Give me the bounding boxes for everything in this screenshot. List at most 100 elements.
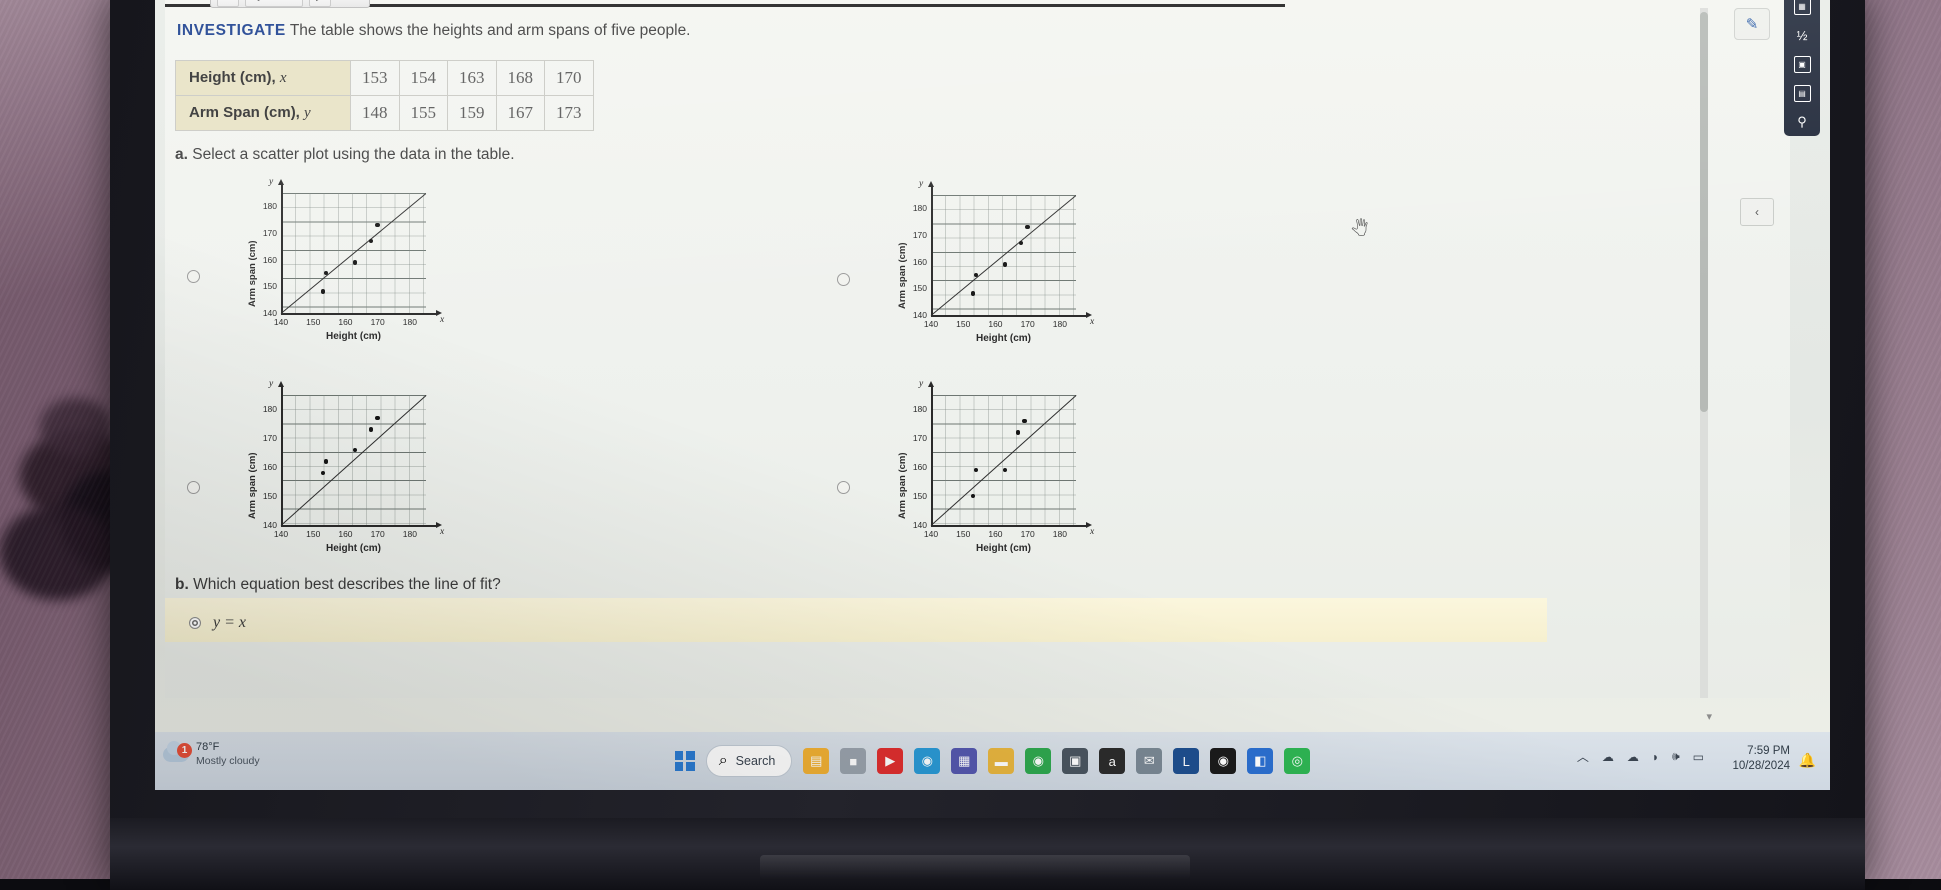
radio-answer-b1[interactable]	[189, 617, 201, 629]
y-tick-label: 170	[912, 230, 927, 240]
edge-icon[interactable]: ◉	[914, 748, 941, 774]
y-axis-title: Arm span (cm)	[247, 452, 258, 519]
y-axis-arrow	[928, 381, 935, 387]
windows-taskbar[interactable]: 1 78°F Mostly cloudy ⌕ Search ▤ ■ ▶ ◉ ▦ …	[155, 732, 1830, 790]
laptop-bezel-bottom	[110, 818, 1865, 890]
office-icon[interactable]: ◧	[1247, 748, 1274, 774]
amazon-icon[interactable]: a	[1099, 748, 1126, 774]
x-tick-label: 150	[956, 529, 971, 539]
pencil-annotate-icon[interactable]: ✎	[1734, 8, 1770, 40]
x-tick-label: 180	[1052, 529, 1067, 539]
y-axis-variable: y	[919, 179, 924, 189]
radio-choice-b[interactable]	[837, 273, 850, 286]
listen-toolbar[interactable]: ≡ ◀» Listen ▶	[210, 0, 370, 8]
volume-icon[interactable]: 🕪	[1672, 749, 1680, 764]
play-icon[interactable]: ▶	[308, 0, 331, 7]
scatter-plot-c[interactable]: 140 150 160 170 180 140 150 160 170 180 y x Arm span…	[221, 379, 581, 573]
windows-start-icon[interactable]	[674, 751, 695, 771]
choice-option-a[interactable]: 140 150 160 170 180 140 150 160 170 180 y x Arm span…	[175, 173, 595, 353]
mail-icon[interactable]: ✉	[1136, 748, 1163, 774]
row-header-label: Arm Span (cm),	[189, 104, 300, 121]
fraction-icon[interactable]: ½	[1792, 25, 1812, 45]
radio-choice-a[interactable]	[187, 270, 200, 283]
scatter-plot-d[interactable]: 140 150 160 170 180 140 150 160 170 180 y x Arm span…	[871, 379, 1231, 573]
x-tick-label: 180	[1052, 319, 1067, 329]
camera-icon[interactable]: ▣	[1062, 748, 1089, 774]
accessibility-icon[interactable]: ⚲	[1792, 112, 1812, 132]
clock-time: 7:59 PM	[1747, 745, 1790, 757]
x-tick-label: 160	[338, 529, 353, 539]
calculator-icon[interactable]: ▦	[1792, 0, 1812, 16]
data-point	[970, 291, 976, 296]
cell: 173	[544, 95, 594, 131]
data-point	[1025, 224, 1030, 230]
teams-icon[interactable]: ▦	[951, 748, 978, 774]
y-tick-label: 160	[912, 256, 927, 267]
y-axis-arrow	[278, 179, 285, 185]
data-point	[1002, 262, 1008, 267]
whatsapp-icon[interactable]: ◎	[1284, 748, 1311, 774]
tool-rail[interactable]: ▦ ½ ▣ ▤ ⚲	[1784, 0, 1820, 136]
bell-icon[interactable]: 🔔	[1799, 752, 1816, 769]
previous-page-button[interactable]: ‹	[1740, 198, 1774, 226]
answer-b1-label: y = x	[213, 614, 246, 631]
radio-choice-c[interactable]	[187, 481, 200, 494]
system-tray[interactable]: ︿ ☁ ☁ ◗ 🕪 ▭	[1577, 748, 1704, 765]
question-a-text: Select a scatter plot using the data in …	[192, 146, 515, 163]
notes-icon[interactable]: ▤	[1792, 83, 1812, 103]
x-tick-label: 150	[306, 317, 321, 327]
foreground-object	[0, 505, 115, 600]
clock[interactable]: 7:59 PM 10/28/2024	[1732, 744, 1790, 774]
cloud-sync-icon[interactable]: ☁	[1602, 750, 1614, 764]
x-axis-title: Height (cm)	[326, 543, 381, 554]
question-a-prefix: a.	[175, 146, 188, 163]
scrollbar-thumb[interactable]	[1700, 12, 1708, 412]
scroll-down-icon[interactable]: ▾	[1706, 710, 1712, 723]
x-tick-label: 140	[273, 529, 289, 539]
cell: 167	[495, 95, 545, 131]
choice-option-c[interactable]: 140 150 160 170 180 140 150 160 170 180 y x Arm span…	[175, 379, 595, 573]
x-axis-title: Height (cm)	[976, 543, 1031, 554]
cell: 163	[447, 60, 497, 96]
wifi-icon[interactable]: ◗	[1652, 750, 1659, 764]
onedrive-icon[interactable]: ☁	[1627, 750, 1639, 764]
chevron-up-icon[interactable]: ︿	[1577, 748, 1589, 765]
search-placeholder: Search	[735, 754, 776, 768]
cell: 159	[447, 95, 497, 131]
whiteboard-icon[interactable]: ▣	[1792, 54, 1812, 74]
choice-option-d[interactable]: 140 150 160 170 180 140 150 160 170 180 y x Arm span…	[825, 379, 1245, 573]
x-axis-variable: x	[440, 527, 445, 537]
x-tick-label: 180	[402, 529, 417, 539]
answer-option-b1[interactable]: y = x	[189, 614, 246, 632]
youtube-icon[interactable]: ▶	[877, 748, 904, 774]
x-tick-label: 140	[923, 529, 939, 539]
battery-icon[interactable]: ▭	[1693, 750, 1704, 764]
row-header-arm-span: Arm Span (cm), y	[175, 95, 351, 131]
choice-option-b[interactable]: 140 150 160 170 180 140 150 160 170 180 y x Arm span…	[825, 179, 1245, 363]
y-axis-variable: y	[269, 379, 274, 389]
scatter-plot-a[interactable]: 140 150 160 170 180 140 150 160 170 180 y x Arm span…	[221, 173, 581, 353]
table-row: Height (cm), x 153 154 163 168 170	[175, 60, 594, 96]
listen-label: Listen	[269, 0, 296, 3]
data-point	[320, 289, 326, 294]
y-axis-arrow	[928, 181, 935, 187]
folder-icon[interactable]: ▬	[988, 748, 1015, 774]
file-explorer-icon[interactable]: ▤	[803, 748, 830, 774]
hamburger-icon[interactable]: ≡	[217, 0, 239, 7]
chrome-icon[interactable]: ◉	[1025, 748, 1052, 774]
y-tick-label: 170	[912, 433, 927, 444]
cell: 148	[350, 95, 400, 131]
row-header-height: Height (cm), x	[175, 60, 351, 96]
scatter-plot-b[interactable]: 140 150 160 170 180 140 150 160 170 180 y x Arm span…	[871, 179, 1231, 363]
x-axis-title: Height (cm)	[326, 331, 381, 342]
speaker-icon: ◀»	[252, 0, 265, 3]
lexia-icon[interactable]: L	[1173, 748, 1200, 774]
row-header-variable: y	[304, 105, 311, 121]
listen-button[interactable]: ◀» Listen	[245, 0, 303, 7]
record-icon[interactable]: ◉	[1210, 748, 1237, 774]
x-tick-label: 180	[402, 317, 417, 327]
stop-square-icon[interactable]: ■	[840, 748, 867, 774]
y-axis-title: Arm span (cm)	[897, 242, 908, 309]
search-input[interactable]: ⌕ Search	[705, 745, 793, 777]
radio-choice-d[interactable]	[837, 481, 850, 494]
